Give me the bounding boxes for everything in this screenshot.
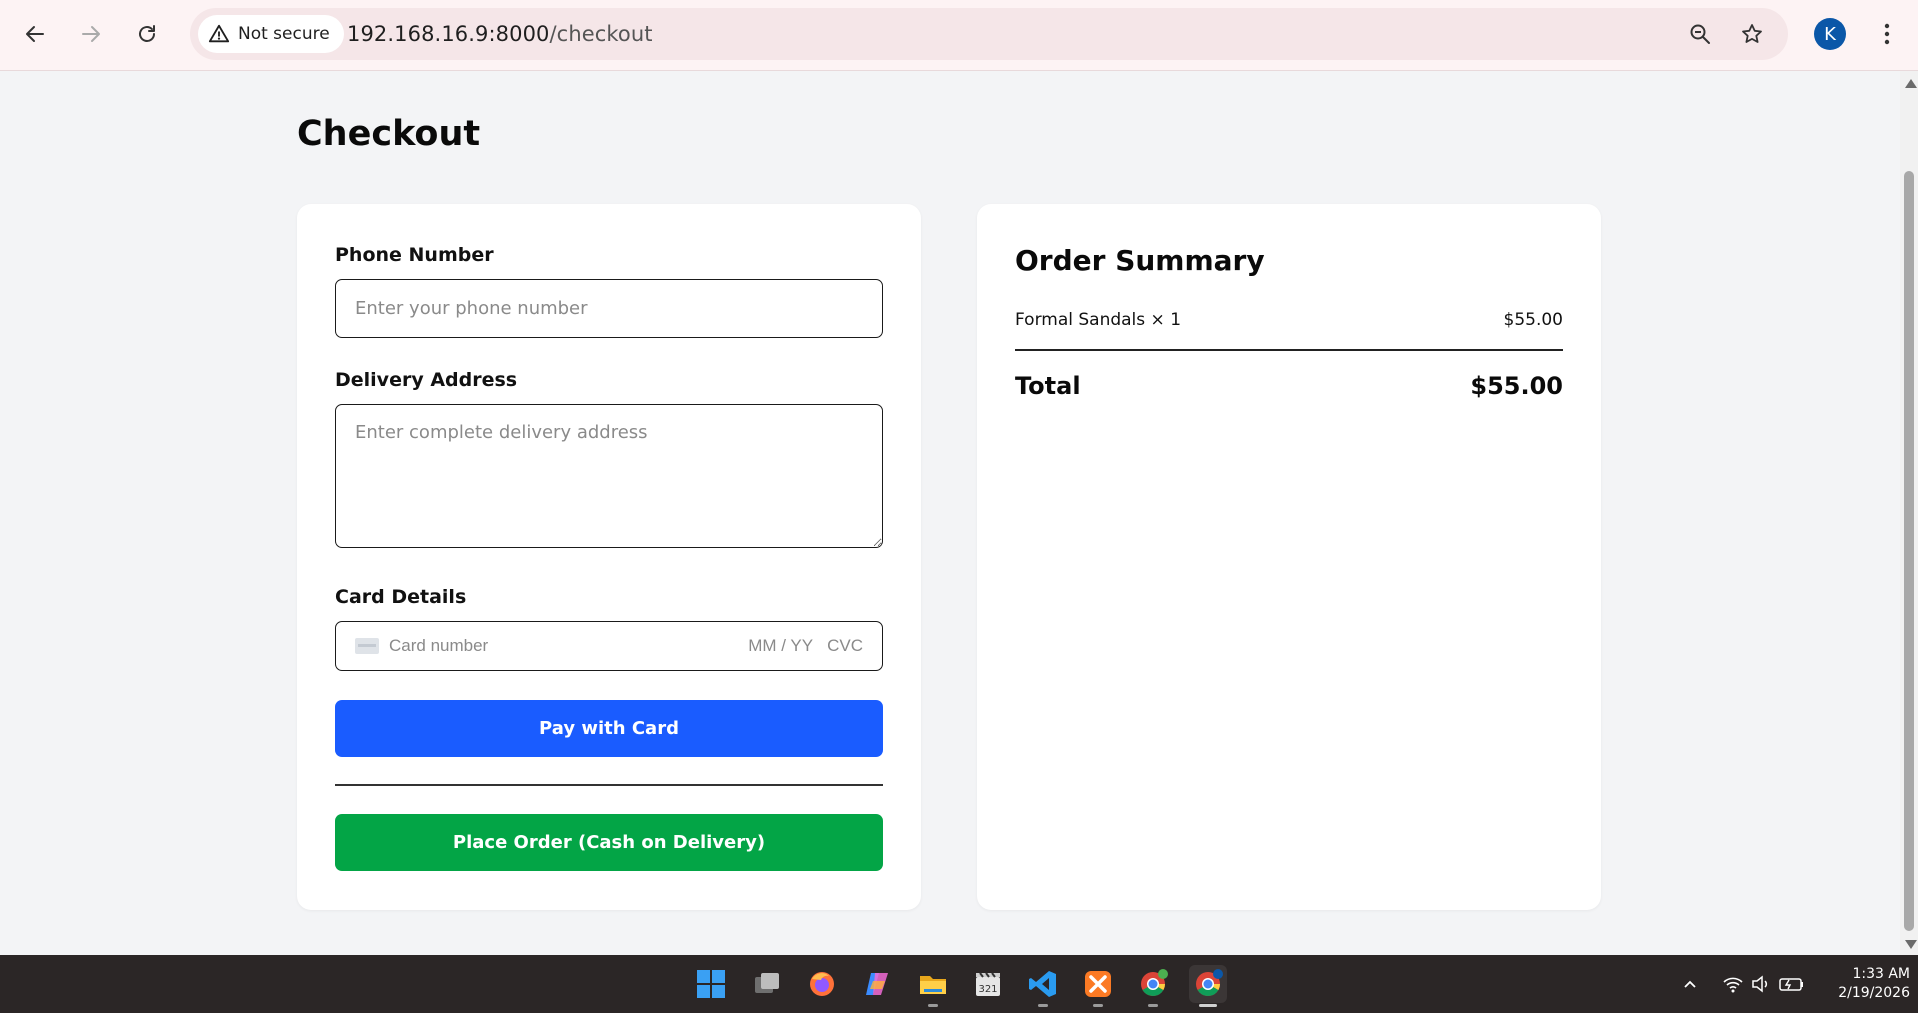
system-clock[interactable]: 1:33 AM 2/19/2026 (1820, 965, 1910, 1003)
address-label: Delivery Address (335, 369, 518, 391)
place-order-cod-button[interactable]: Place Order (Cash on Delivery) (335, 814, 883, 871)
pay-with-card-button[interactable]: Pay with Card (335, 700, 883, 757)
security-label: Not secure (238, 24, 330, 44)
vscode-icon (1029, 971, 1056, 997)
chrome-button[interactable] (1134, 965, 1172, 1007)
profile-avatar[interactable]: K (1814, 18, 1846, 50)
checkout-form-card: Phone Number Delivery Address Card Detai… (297, 204, 921, 910)
order-item-price: $55.00 (1503, 310, 1563, 330)
scroll-down-arrow-icon[interactable] (1905, 940, 1917, 949)
back-arrow-icon (26, 26, 44, 42)
file-explorer-icon (920, 976, 946, 994)
scroll-up-arrow-icon[interactable] (1905, 79, 1917, 88)
running-indicator (1199, 1004, 1217, 1007)
zoom-icon (1690, 24, 1710, 44)
divider (335, 784, 883, 786)
order-item-name: Formal Sandals × 1 (1015, 310, 1182, 330)
card-number-placeholder[interactable]: Card number (389, 636, 748, 656)
url-host: 192.168.16.9:8000 (347, 22, 550, 46)
chrome-profile-icon (1196, 969, 1223, 996)
url-text[interactable]: 192.168.16.9:8000/checkout (347, 22, 653, 46)
running-indicator (1038, 1004, 1048, 1007)
battery-icon[interactable] (1778, 974, 1806, 994)
running-indicator (928, 1004, 938, 1007)
video-editor-icon: 321 (976, 972, 1000, 996)
running-indicator (1093, 1004, 1103, 1007)
chrome-profile-button[interactable] (1189, 965, 1227, 1007)
card-details-label: Card Details (335, 586, 467, 608)
taskbar: 321 1:33 AM 2/19/2026 (0, 955, 1918, 1013)
order-summary-title: Order Summary (1015, 244, 1265, 277)
page-title: Checkout (297, 114, 481, 154)
vscode-button[interactable] (1024, 965, 1062, 1007)
address-bar[interactable]: Not secure 192.168.16.9:8000/checkout (190, 8, 1788, 60)
wifi-icon[interactable] (1722, 974, 1744, 994)
more-vert-icon (1884, 23, 1890, 45)
total-value: $55.00 (1470, 372, 1563, 400)
back-button[interactable] (15, 14, 55, 54)
card-expiry-placeholder[interactable]: MM / YY (748, 636, 813, 656)
copilot-icon (866, 973, 888, 995)
svg-text:321: 321 (978, 984, 997, 995)
forward-button[interactable] (71, 14, 111, 54)
star-icon (1742, 24, 1762, 43)
summary-divider (1015, 349, 1563, 351)
scrollbar-thumb[interactable] (1904, 171, 1914, 931)
system-tray (1680, 955, 1806, 1013)
browser-toolbar: Not secure 192.168.16.9:8000/checkout K (0, 0, 1918, 71)
phone-input[interactable] (335, 279, 883, 338)
firefox-button[interactable] (803, 965, 841, 1003)
card-input[interactable]: Card number MM / YY CVC (335, 621, 883, 671)
file-explorer-button[interactable] (914, 965, 952, 1007)
address-textarea[interactable] (335, 404, 883, 548)
start-icon (697, 970, 725, 998)
card-cvc-placeholder[interactable]: CVC (827, 636, 863, 656)
bookmark-button[interactable] (1738, 20, 1766, 48)
url-path: /checkout (549, 22, 653, 46)
reload-icon (139, 25, 155, 42)
total-row: Total $55.00 (1015, 372, 1563, 400)
copilot-button[interactable] (858, 965, 896, 1003)
order-item-row: Formal Sandals × 1 $55.00 (1015, 310, 1563, 330)
clock-date: 2/19/2026 (1838, 985, 1910, 1001)
firefox-icon (810, 972, 834, 996)
credit-card-icon (355, 638, 379, 654)
security-indicator[interactable]: Not secure (198, 15, 344, 53)
total-label: Total (1015, 372, 1081, 400)
task-view-button[interactable] (748, 965, 786, 1003)
start-button[interactable] (692, 965, 730, 1003)
running-indicator (1148, 1004, 1158, 1007)
order-summary-card: Order Summary Formal Sandals × 1 $55.00 … (977, 204, 1601, 910)
browser-menu-button[interactable] (1873, 16, 1901, 52)
zoom-button[interactable] (1686, 20, 1714, 48)
forward-arrow-icon (82, 26, 100, 42)
xampp-button[interactable] (1079, 965, 1117, 1007)
task-view-icon (755, 973, 779, 993)
xampp-icon (1085, 971, 1111, 997)
phone-label: Phone Number (335, 244, 494, 266)
video-editor-button[interactable]: 321 (969, 965, 1007, 1003)
chrome-icon (1141, 969, 1168, 996)
volume-icon[interactable] (1750, 974, 1772, 994)
reload-button[interactable] (127, 14, 167, 54)
chevron-up-icon[interactable] (1680, 974, 1700, 994)
clock-time: 1:33 AM (1852, 966, 1910, 982)
warning-icon (208, 24, 230, 43)
page-scrollbar[interactable] (1900, 71, 1918, 955)
